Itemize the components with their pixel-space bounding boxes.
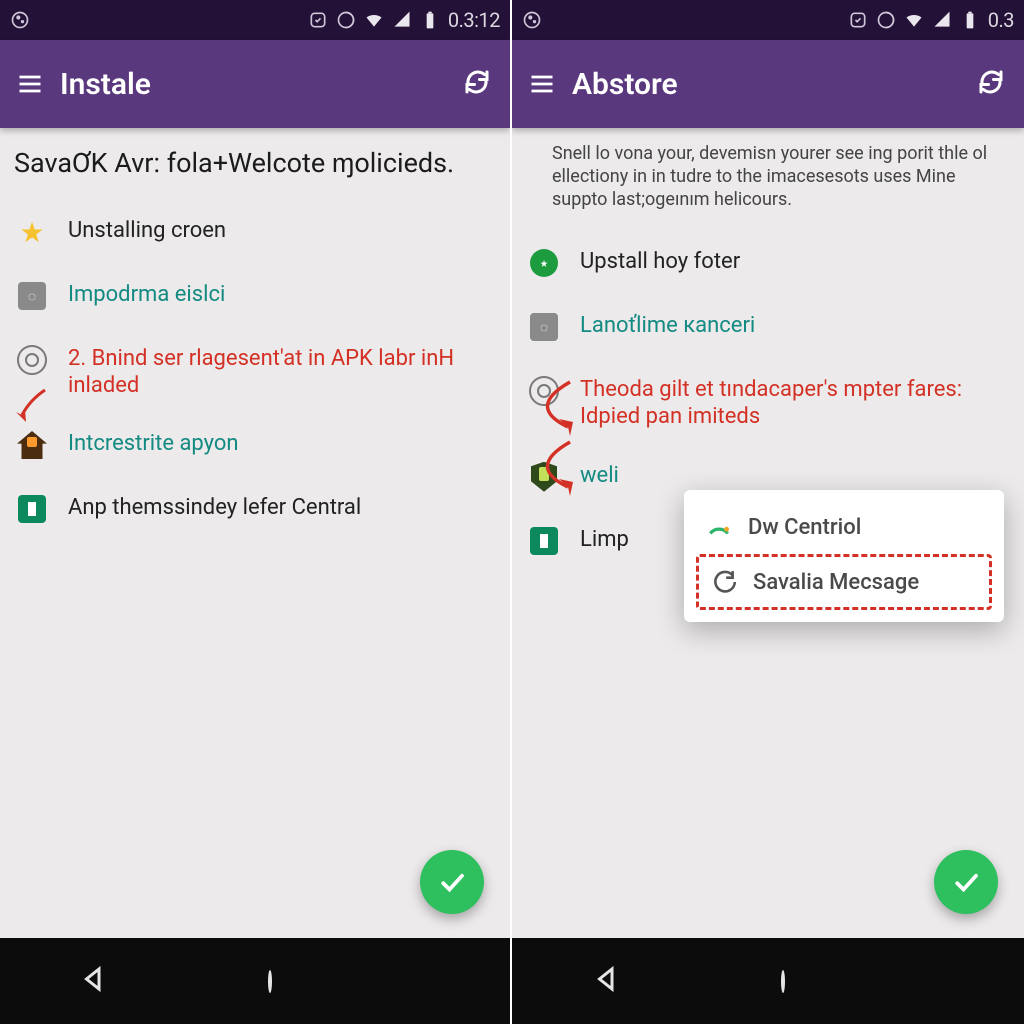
app-title: Abstore [572,67,976,102]
context-menu: Dw Centriol Savalia Mecsage [684,490,1004,622]
status-swirl-icon [336,10,356,30]
list-item-label: Limp [580,523,629,552]
wifi-icon [904,10,924,30]
list-item-label: Intcrestrite apyon [68,427,239,456]
status-time: 0.3 [988,8,1014,32]
signal-icon [392,10,412,30]
content-area: SavaƠK Avr: fola+Welcote ɱolicieds. ★ Un… [0,128,510,567]
left-phone: 0.3:12 Instale SavaƠK Avr: fola+Welcote … [0,0,512,1024]
signal-icon [932,10,952,30]
list-item-label: Unstalling croen [68,214,226,243]
menu-button[interactable] [512,70,572,98]
intro-text: Snell lo vona your, devemisn yourer see … [552,142,1004,211]
nav-back-button[interactable] [592,964,622,998]
list-item[interactable]: ◌ Lanoťlime кanceri [524,301,1008,353]
list-item-label: weli [580,459,619,488]
green-square-icon [526,523,562,559]
arc-icon [706,514,732,540]
status-swirl-icon [876,10,896,30]
status-shield-icon [848,10,868,30]
grey-box-icon: ◌ [526,309,562,345]
refresh-button[interactable] [976,67,1006,101]
app-title: Instale [60,67,462,102]
refresh-button[interactable] [462,67,492,101]
nav-bar [0,938,510,1024]
list-item-label: Lanoťlime кanceri [580,309,755,338]
list-item[interactable]: Intcrestrite apyon [12,419,494,471]
status-shield-icon [308,10,328,30]
battery-icon [420,10,440,30]
confirm-fab[interactable] [934,850,998,914]
person-outline-icon [14,342,50,378]
menu-item-label: Dw Centriol [748,515,861,540]
battery-icon [960,10,980,30]
green-round-icon: ⭑ [526,245,562,281]
right-phone: 0.3 Abstore Snell lo vona your, devemisn… [512,0,1024,1024]
intro-text: SavaƠK Avr: fola+Welcote ɱolicieds. [12,148,494,178]
nav-home-button[interactable] [781,972,785,991]
status-bar: 0.3:12 [0,0,510,40]
list-item[interactable]: ◌ Impodrma eislci [12,270,494,322]
nav-home-button[interactable] [268,972,272,991]
menu-item-centriol[interactable]: Dw Centriol [702,504,986,550]
annotation-text: 2. Bnind ser rlagesent'at in APK labr in… [68,342,492,399]
app-bar: Abstore [512,40,1024,128]
annotation-arrow-icon [520,372,580,502]
list-item[interactable]: Theoda gilt et tındacaper's mpter fares:… [524,365,1008,439]
home-icon [14,427,50,463]
list-item[interactable]: 2. Bnind ser rlagesent'at in APK labr in… [12,334,494,407]
app-bar: Instale [0,40,510,128]
list-item[interactable]: Anp themssindey lefer Central [12,483,494,535]
green-square-icon [14,491,50,527]
menu-item-label: Savalia Mecsage [753,570,919,595]
annotation-arrow-icon [10,385,50,425]
nav-back-button[interactable] [79,964,109,998]
star-icon: ★ [14,214,50,250]
annotation-text: Theoda gilt et tındacaper's mpter fares:… [580,373,1006,431]
confirm-fab[interactable] [420,850,484,914]
grey-box-icon: ◌ [14,278,50,314]
status-globe-icon [522,10,542,30]
status-time: 0.3:12 [448,8,500,32]
list-item-label: Upstall hoy foter [580,245,740,274]
nav-bar [512,938,1024,1024]
menu-button[interactable] [0,70,60,98]
wifi-icon [364,10,384,30]
list-item-label: Anp themssindey lefer Central [68,491,361,520]
status-bar: 0.3 [512,0,1024,40]
status-globe-icon [10,10,30,30]
menu-item-savalia[interactable]: Savalia Mecsage [707,559,981,605]
list-item[interactable]: ⭑ Upstall hoy foter [524,237,1008,289]
list-item[interactable]: ★ Unstalling croen [12,206,494,258]
list-item-label: Impodrma eislci [68,278,225,307]
highlighted-option: Savalia Mecsage [696,554,992,610]
refresh-small-icon [711,569,737,595]
